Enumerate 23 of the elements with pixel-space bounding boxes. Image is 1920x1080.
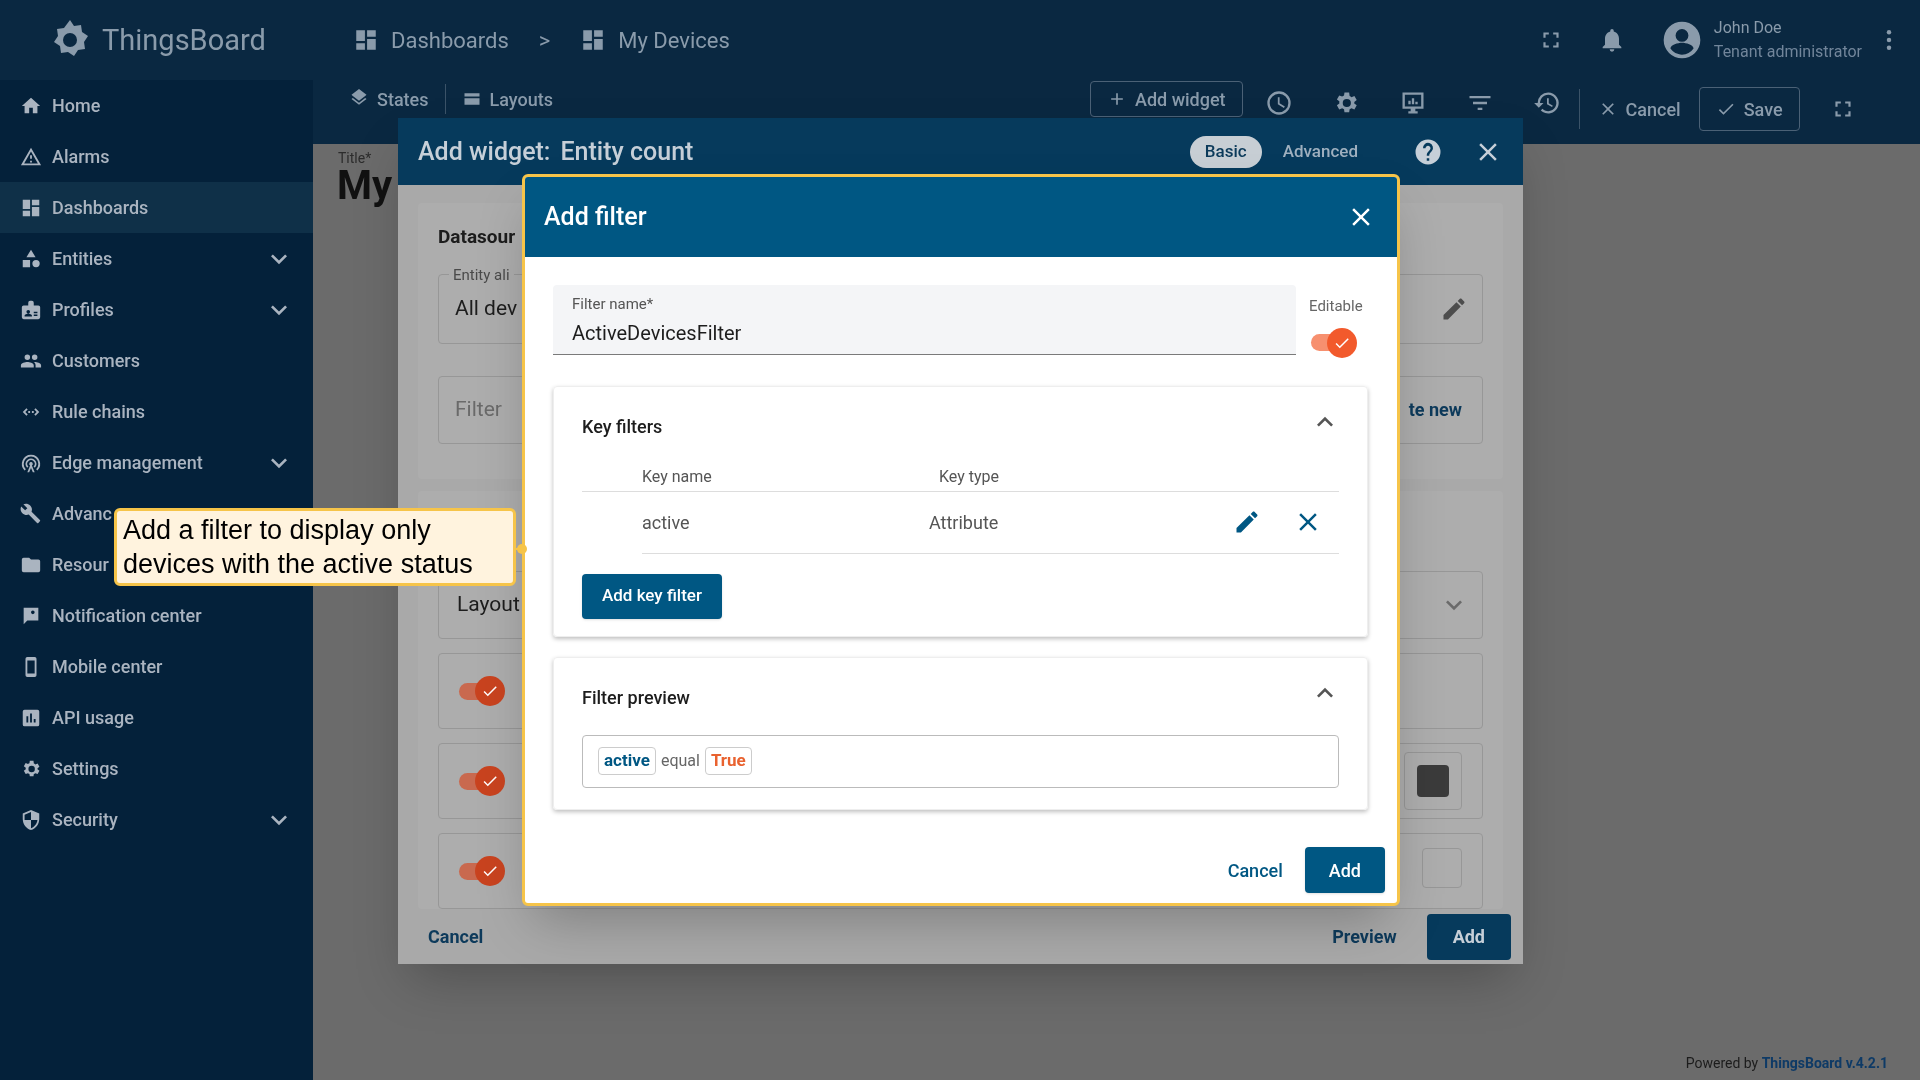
- widget-type-name: Entity count: [560, 135, 694, 168]
- dialog-title: Add filter: [544, 201, 647, 234]
- operator-text: equal: [660, 750, 700, 772]
- user-role: Tenant administrator: [1713, 41, 1862, 63]
- powered-by-text: Powered by ThingsBoard v.4.2.1: [1685, 1054, 1888, 1073]
- app-logo-text: ThingsBoard: [102, 25, 266, 55]
- table-cell-text: active: [642, 510, 691, 535]
- dashboard-title: My: [337, 166, 393, 206]
- breadcrumb-separator: >: [538, 26, 551, 55]
- breadcrumb-current: My Devices: [618, 26, 730, 55]
- section-heading: Filter preview: [582, 685, 690, 710]
- editable-label: Editable: [1309, 296, 1363, 317]
- column-header: Key name: [642, 466, 713, 488]
- section-heading: Datasour: [438, 224, 516, 250]
- section-heading: Key filters: [582, 414, 663, 439]
- key-chip: active: [598, 747, 656, 775]
- field-label: Title*: [338, 149, 372, 168]
- user-name: John Doe: [1713, 17, 1783, 39]
- table-cell-text: Attribute: [929, 510, 999, 535]
- value-chip: True: [704, 747, 752, 775]
- column-header: Key type: [939, 466, 1000, 488]
- dialog-title: Add widget:: [418, 135, 551, 168]
- callout-tooltip: Add a filter to display only devices with the active status: [114, 508, 516, 586]
